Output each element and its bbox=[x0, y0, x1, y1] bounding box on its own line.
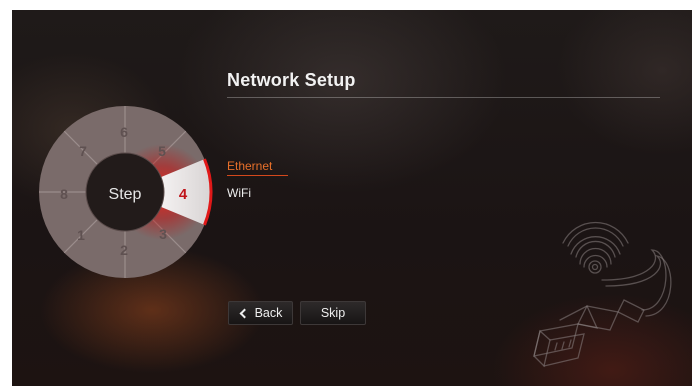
page-title: Network Setup bbox=[227, 70, 356, 90]
wifi-icon bbox=[562, 221, 629, 274]
setup-screen: Step 4 6 5 7 8 1 2 3 Network Setup Ether… bbox=[12, 10, 692, 386]
step-center-label: Step bbox=[109, 186, 142, 203]
step-4-label: 4 bbox=[179, 186, 188, 203]
step-3-label: 3 bbox=[159, 226, 167, 242]
step-6-label: 6 bbox=[120, 124, 128, 140]
step-8-label: 8 bbox=[60, 186, 68, 202]
step-wheel: Step 4 6 5 7 8 1 2 3 bbox=[39, 106, 213, 278]
title-divider bbox=[227, 97, 660, 98]
step-1-label: 1 bbox=[77, 227, 85, 243]
skip-button-label: Skip bbox=[320, 306, 346, 320]
step-7-label: 7 bbox=[79, 143, 87, 159]
skip-button[interactable]: Skip bbox=[300, 301, 366, 325]
network-option-wifi[interactable]: WiFi bbox=[227, 186, 251, 200]
chevron-left-icon bbox=[239, 308, 250, 318]
step-2-label: 2 bbox=[120, 242, 128, 258]
back-button[interactable]: Back bbox=[228, 301, 293, 325]
back-button-label: Back bbox=[254, 306, 283, 320]
ethernet-cable-icon bbox=[533, 249, 672, 368]
step-5-label: 5 bbox=[158, 143, 166, 159]
ethernet-selection-underline bbox=[227, 175, 288, 176]
network-option-ethernet[interactable]: Ethernet bbox=[227, 159, 272, 173]
